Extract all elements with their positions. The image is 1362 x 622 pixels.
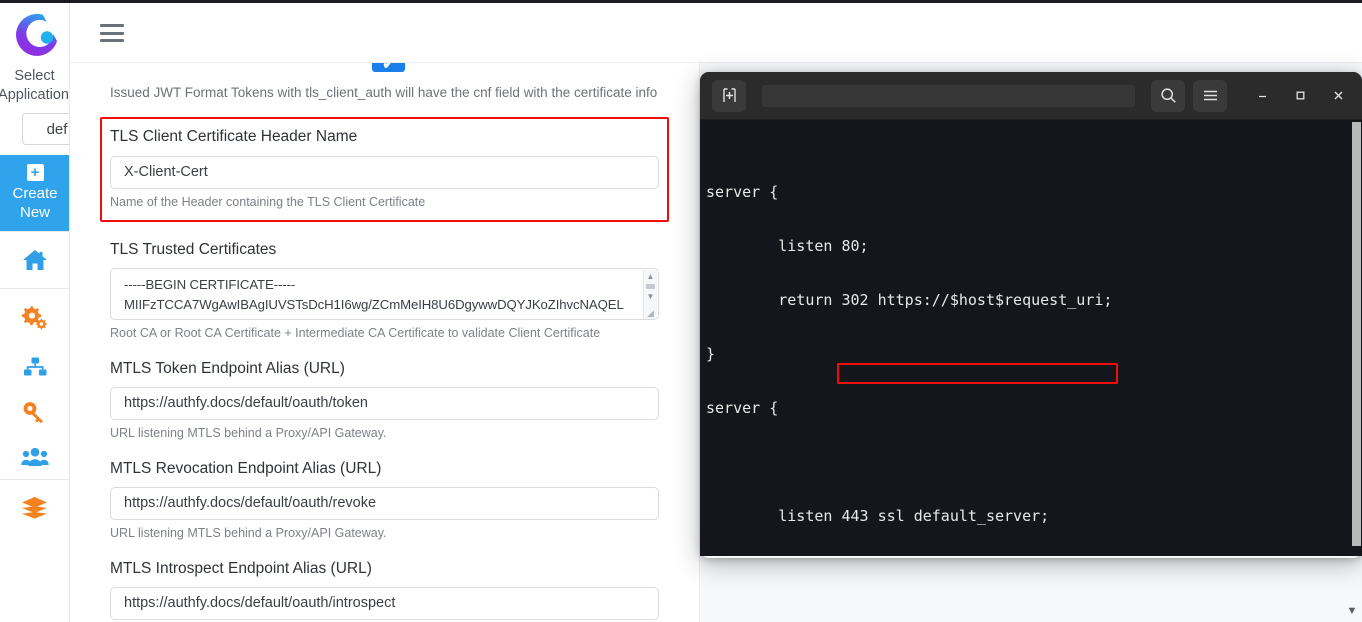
tls-client-cert-header-highlight: TLS Client Certificate Header Name X-Cli… (100, 117, 669, 222)
mtls-token-endpoint-hint: URL listening MTLS behind a Proxy/API Ga… (110, 426, 387, 440)
tls-trusted-certificates-textarea[interactable]: -----BEGIN CERTIFICATE----- MIIFzTCCA7Wg… (110, 268, 659, 320)
screen-root: Select Application def + Create New ✔ Is… (0, 0, 1362, 622)
terminal-line: listen 80; (706, 237, 869, 255)
tls-trusted-certificates-hint: Root CA or Root CA Certificate + Interme… (110, 326, 601, 340)
sidebar-item-home[interactable] (0, 232, 69, 288)
main-header (70, 3, 1362, 63)
select-application-line1: Select (14, 68, 55, 84)
certificate-line-1: -----BEGIN CERTIFICATE----- (124, 277, 296, 292)
certificate-line-2: MIIFzTCCA7WgAwIBAgIUVSTsDcH1I6wg/ZCmMeIH… (124, 297, 624, 312)
settings-form-panel: ✔ Issued JWT Format Tokens with tls_clie… (70, 63, 700, 622)
tls-trusted-certificates-group: TLS Trusted Certificates -----BEGIN CERT… (110, 240, 659, 341)
tls-trusted-certificates-label: TLS Trusted Certificates (110, 241, 277, 258)
terminal-content[interactable]: server { listen 80; return 302 https://$… (700, 120, 1362, 556)
resize-grip-icon[interactable]: ◢ (647, 309, 656, 318)
checkmark-icon: ✔ (382, 63, 395, 72)
create-new-label-line1: Create (12, 185, 58, 202)
gears-settings-icon (21, 305, 47, 330)
mtls-revocation-endpoint-label: MTLS Revocation Endpoint Alias (URL) (110, 460, 382, 477)
select-application-line2: Application (0, 87, 69, 103)
mtls-token-endpoint-input[interactable]: https://authfy.docs/default/oauth/token (110, 387, 659, 420)
terminal-line: return 302 https://$host$request_uri; (706, 291, 1113, 309)
app-logo[interactable] (0, 3, 69, 65)
home-icon (22, 250, 47, 270)
window-maximize-button[interactable] (1285, 81, 1315, 111)
new-tab-button[interactable] (712, 79, 746, 112)
page-scroll-down-arrow-icon[interactable]: ▼ (1346, 606, 1358, 618)
tls-client-cert-header-label: TLS Client Certificate Header Name (110, 128, 358, 145)
scrollbar-thumb[interactable] (646, 284, 655, 289)
users-group-icon (20, 447, 49, 466)
application-dropdown[interactable]: def (22, 113, 69, 145)
proxy-set-header-highlight (837, 363, 1118, 384)
mtls-revocation-endpoint-hint: URL listening MTLS behind a Proxy/API Ga… (110, 526, 387, 540)
mtls-token-endpoint-label: MTLS Token Endpoint Alias (URL) (110, 360, 345, 377)
tls-client-cert-header-hint: Name of the Header containing the TLS Cl… (110, 195, 426, 209)
minimize-icon (1258, 95, 1266, 98)
new-tab-icon (722, 88, 736, 102)
terminal-line: server { (706, 399, 779, 417)
layers-stack-icon (22, 497, 47, 519)
window-close-button[interactable] (1323, 81, 1353, 111)
network-nodes-icon (23, 357, 46, 375)
search-icon (1160, 88, 1176, 103)
terminal-line: server { (706, 183, 779, 201)
hamburger-menu-icon (1203, 90, 1217, 101)
crescent-c-logo-icon (15, 13, 57, 56)
terminal-menu-button[interactable] (1193, 79, 1227, 112)
mtls-introspect-endpoint-label: MTLS Introspect Endpoint Alias (URL) (110, 560, 372, 577)
terminal-search-button[interactable] (1151, 79, 1185, 112)
sidebar-item-layers[interactable] (0, 480, 69, 536)
terminal-scrollbar[interactable] (1350, 120, 1362, 556)
key-icon (23, 401, 43, 423)
jwt-format-checkbox[interactable]: ✔ (372, 63, 405, 72)
sidebar-item-users[interactable] (0, 434, 69, 479)
left-sidebar: Select Application def + Create New (0, 3, 70, 622)
mtls-revocation-endpoint-input[interactable]: https://authfy.docs/default/oauth/revoke (110, 487, 659, 520)
sidebar-item-network[interactable] (0, 344, 69, 389)
window-minimize-button[interactable] (1247, 81, 1277, 111)
terminal-url-bar[interactable] (762, 84, 1135, 107)
scroll-down-arrow-icon[interactable]: ▼ (647, 292, 655, 301)
select-application-label: Select Application (0, 67, 69, 105)
plus-icon: + (26, 164, 44, 181)
mtls-introspect-endpoint-input[interactable]: https://authfy.docs/default/oauth/intros… (110, 587, 659, 620)
terminal-window: server { listen 80; return 302 https://$… (700, 72, 1362, 556)
sidebar-item-settings[interactable] (0, 289, 69, 344)
tls-client-cert-header-input[interactable]: X-Client-Cert (110, 156, 659, 189)
create-new-label-line2: New (19, 204, 50, 221)
mtls-revocation-endpoint-group: MTLS Revocation Endpoint Alias (URL) htt… (110, 459, 659, 541)
close-icon (1334, 91, 1342, 100)
mtls-token-endpoint-group: MTLS Token Endpoint Alias (URL) https://… (110, 359, 659, 441)
maximize-icon (1296, 91, 1304, 100)
sidebar-item-credentials[interactable] (0, 389, 69, 434)
scroll-up-arrow-icon[interactable]: ▲ (647, 272, 655, 281)
hamburger-menu-icon[interactable] (100, 24, 124, 42)
mtls-introspect-endpoint-group: MTLS Introspect Endpoint Alias (URL) htt… (110, 559, 659, 622)
terminal-line: } (706, 345, 716, 363)
terminal-line: listen 443 ssl default_server; (706, 507, 1050, 525)
terminal-scrollbar-thumb[interactable] (1352, 122, 1361, 546)
application-dropdown-value: def (46, 120, 68, 138)
terminal-titlebar (700, 72, 1362, 120)
create-new-button[interactable]: + Create New (0, 155, 69, 231)
